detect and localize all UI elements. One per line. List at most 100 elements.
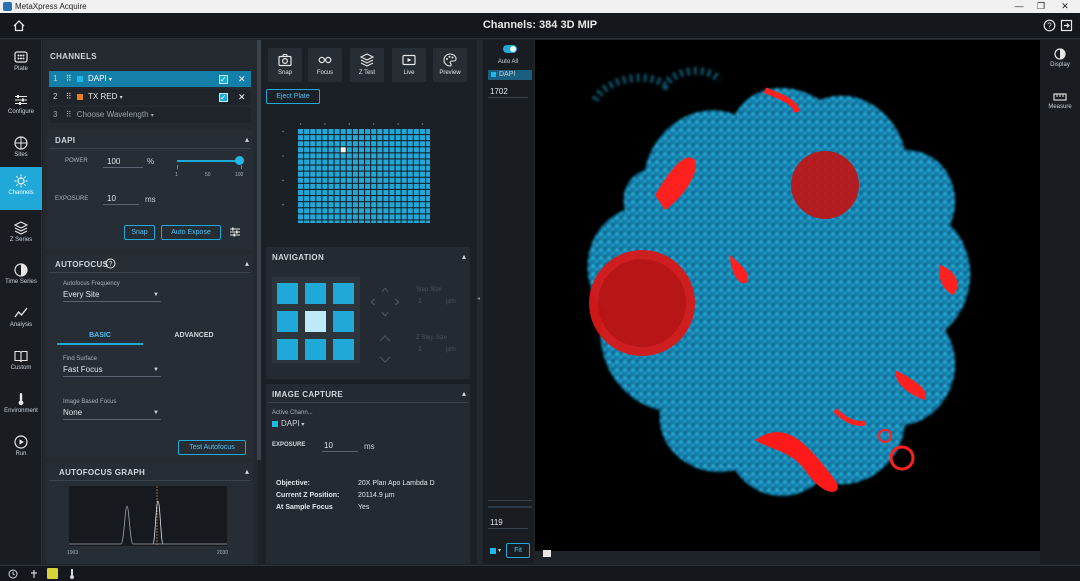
plate-well[interactable] [334,171,340,177]
plate-well[interactable] [407,135,413,141]
exposure-input[interactable]: 10 [103,193,139,205]
plate-well[interactable] [304,147,310,153]
plate-well[interactable] [346,135,352,141]
plate-well[interactable] [346,208,352,214]
plate-well[interactable] [352,214,358,220]
plate-well[interactable] [426,220,430,224]
plate-well[interactable] [426,135,430,141]
site-tile[interactable] [333,283,354,304]
plate-well[interactable] [395,159,401,165]
plate-well[interactable] [346,190,352,195]
display-min-input[interactable]: 119 [488,517,528,529]
plate-well[interactable] [389,153,395,159]
image-based-focus-dropdown[interactable]: None ▼ [63,407,161,420]
plate-well[interactable] [298,220,303,224]
maximize-button[interactable]: ❐ [1030,0,1052,13]
plate-well[interactable] [395,208,401,214]
plate-well[interactable] [340,135,346,141]
autofocus-frequency-dropdown[interactable]: Every Site ▼ [63,289,161,302]
plate-well[interactable] [310,208,316,214]
plate-well[interactable] [426,202,430,208]
plate-well[interactable] [322,208,328,214]
plate-well[interactable] [334,196,340,202]
plate-well[interactable] [304,159,310,165]
plate-well[interactable] [401,208,407,214]
plate-well[interactable] [334,208,340,214]
plate-well[interactable] [389,141,395,147]
plate-well[interactable] [407,129,413,134]
plate-well[interactable] [413,147,419,153]
plate-well[interactable] [389,147,395,153]
power-slider-handle[interactable] [235,156,244,165]
plate-well[interactable] [395,153,401,159]
plate-well[interactable] [346,183,352,189]
plate-well[interactable] [365,141,371,147]
plate-well[interactable] [401,141,407,147]
plate-well[interactable] [310,190,316,195]
plate-well[interactable] [346,171,352,177]
nav-plate[interactable]: Plate [0,43,42,85]
channel-enabled-checkbox[interactable] [219,72,228,88]
plate-well[interactable] [316,177,322,183]
plate-well[interactable] [420,202,425,208]
plate-well[interactable] [401,196,407,202]
plate-well[interactable] [407,202,413,208]
plate-well[interactable] [377,177,383,183]
plate-well[interactable] [340,177,346,183]
minimize-button[interactable]: — [1008,0,1030,13]
plate-well[interactable] [352,208,358,214]
plate-well[interactable] [371,196,377,202]
plate-well[interactable] [359,159,364,165]
plate-well[interactable] [413,183,419,189]
plate-well[interactable] [365,214,371,220]
plate-well[interactable] [371,208,377,214]
plate-well[interactable] [377,183,383,189]
plate-well[interactable] [340,196,346,202]
plate-well[interactable] [316,147,322,153]
settings-sliders-icon[interactable] [229,226,241,238]
help-icon[interactable]: ? [105,258,116,269]
plate-well[interactable] [298,214,303,220]
plate-well[interactable] [316,135,322,141]
plate-well[interactable] [316,202,322,208]
plate-well[interactable] [304,183,310,189]
plate-well[interactable] [413,171,419,177]
plate-well[interactable] [304,135,310,141]
plate-well[interactable] [340,165,346,171]
nav-environment[interactable]: Environment [0,385,42,427]
plate-well[interactable] [389,165,395,171]
site-tile[interactable] [333,311,354,332]
nav-custom[interactable]: Custom [0,342,42,384]
plate-well[interactable] [371,171,377,177]
plate-well[interactable] [426,129,430,134]
plate-well[interactable] [365,135,371,141]
nav-z-series[interactable]: Z Series [0,214,42,256]
plate-well[interactable] [377,153,383,159]
plate-well[interactable] [377,147,383,153]
plate-well[interactable] [304,165,310,171]
plate-well[interactable] [340,129,346,134]
plate-well[interactable] [298,171,303,177]
plate-well[interactable] [395,141,401,147]
plate-well[interactable] [383,196,389,202]
plate-well[interactable] [352,153,358,159]
plate-well[interactable] [407,220,413,224]
plate-well[interactable] [383,214,389,220]
chevron-up-icon[interactable]: ▴ [245,135,249,144]
plate-well[interactable] [420,153,425,159]
plate-well[interactable] [359,165,364,171]
plate-well[interactable] [407,196,413,202]
plate-well[interactable] [389,159,395,165]
plate-well[interactable] [395,214,401,220]
plate-well[interactable] [371,202,377,208]
toolbar-snap-button[interactable]: Snap [268,48,302,82]
plate-well[interactable] [365,153,371,159]
plate-well[interactable] [359,190,364,195]
plate-well[interactable] [426,147,430,153]
plate-well[interactable] [383,202,389,208]
plate-well[interactable] [304,153,310,159]
plate-well[interactable] [383,165,389,171]
plate-well[interactable] [334,153,340,159]
plate-well[interactable] [371,159,377,165]
power-input[interactable]: 100 [103,156,143,168]
